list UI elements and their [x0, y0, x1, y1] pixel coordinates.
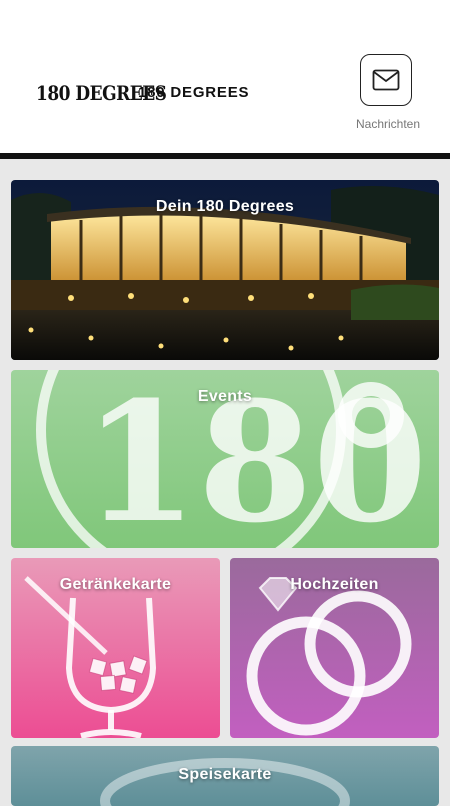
messages-label[interactable]: Nachrichten: [340, 117, 436, 131]
tile-label-hochzeiten: Hochzeiten: [290, 576, 379, 593]
header-divider: [0, 153, 450, 159]
tile-events[interactable]: 180 Events: [11, 370, 439, 548]
envelope-icon: [372, 69, 400, 91]
tile-label-dein-180-degrees: Dein 180 Degrees: [155, 198, 295, 215]
tile-dein-180-degrees[interactable]: Dein 180 Degrees: [11, 180, 439, 360]
app-header: 180 DEGREES 180 DEGREES Nachrichten: [0, 0, 450, 153]
app-title: 180 DEGREES: [138, 84, 250, 101]
tile-hochzeiten[interactable]: Hochzeiten: [230, 558, 439, 738]
tile-label-getraenkekarte: Getränkekarte: [59, 576, 172, 593]
messages-button[interactable]: [360, 54, 412, 106]
tile-getraenkekarte[interactable]: Getränkekarte: [11, 558, 220, 738]
tile-speisekarte[interactable]: Speisekarte: [11, 746, 439, 806]
tile-label-speisekarte: Speisekarte: [178, 766, 272, 783]
tile-label-events: Events: [197, 388, 253, 405]
